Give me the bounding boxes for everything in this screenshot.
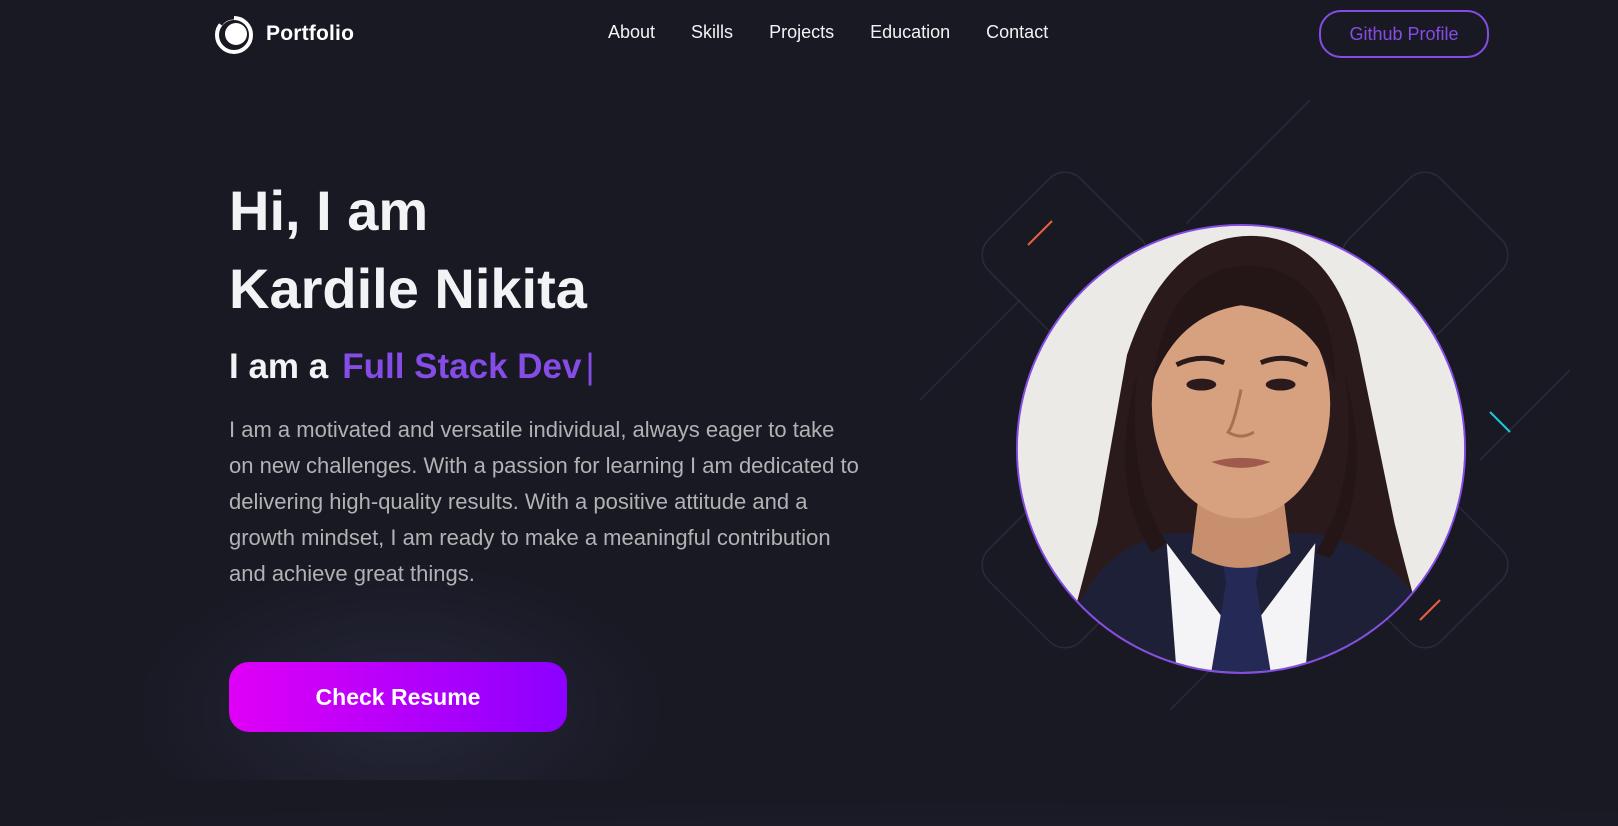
decor-accent-line (1489, 411, 1511, 433)
typing-cursor: | (585, 347, 595, 386)
brand-link[interactable]: Portfolio (214, 14, 354, 54)
decor-accent-line (1419, 599, 1441, 621)
profile-photo-illustration (1018, 226, 1464, 672)
decor-line (1185, 100, 1315, 225)
role-typed-text: Full Stack Dev (342, 347, 582, 386)
navbar: Portfolio About Skills Projects Educatio… (0, 0, 1618, 70)
hero-greeting: Hi, I am (229, 179, 429, 242)
nav-links: About Skills Projects Education Contact (608, 22, 1048, 43)
hero-name: Kardile Nikita (229, 257, 587, 320)
decor-accent-line (1027, 220, 1053, 246)
decor-line (920, 299, 1021, 401)
brand-name: Portfolio (266, 22, 355, 45)
profile-photo (1016, 224, 1466, 674)
hero-description: I am a motivated and versatile individua… (229, 417, 859, 586)
hero-intro: Hi, I am Kardile Nikita I am a Full Stac… (229, 172, 869, 592)
github-profile-button[interactable]: Github Profile (1319, 10, 1489, 58)
nav-link-contact[interactable]: Contact (986, 22, 1048, 42)
nav-link-about[interactable]: About (608, 22, 655, 42)
hero-role: I am a Full Stack Dev | (229, 346, 869, 388)
check-resume-button[interactable]: Check Resume (229, 662, 567, 732)
portfolio-logo-icon (215, 14, 253, 54)
nav-link-education[interactable]: Education (870, 22, 950, 42)
hero-bottom-curve (0, 780, 1618, 826)
nav-link-skills[interactable]: Skills (691, 22, 733, 42)
role-prefix: I am a (229, 347, 329, 386)
nav-link-projects[interactable]: Projects (769, 22, 834, 42)
hero-title: Hi, I am Kardile Nikita (229, 172, 869, 328)
